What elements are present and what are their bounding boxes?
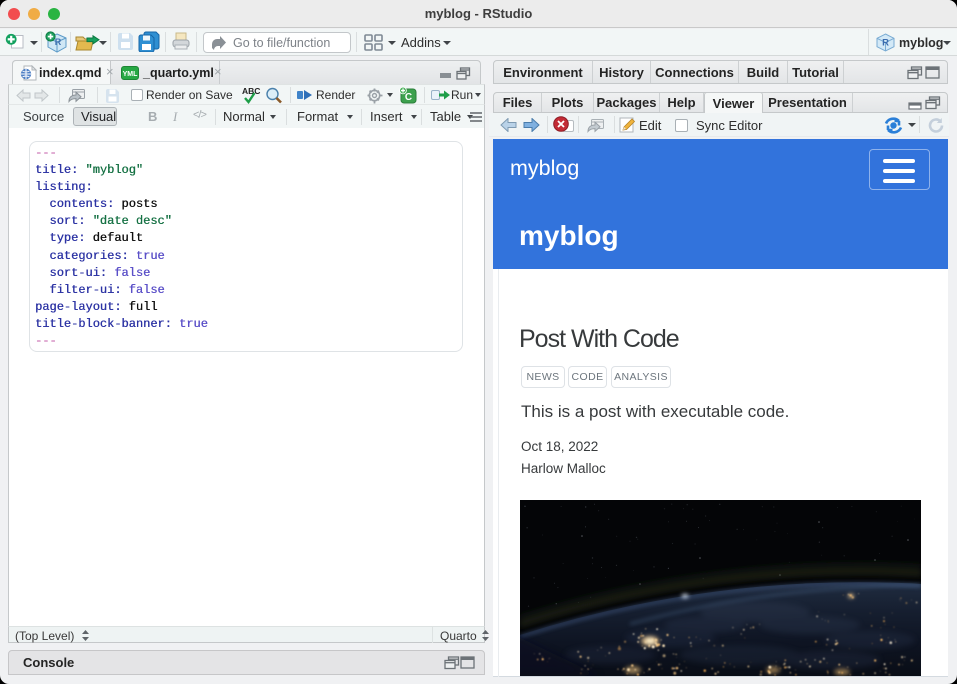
svg-text:R: R (55, 37, 62, 47)
svg-text:ABC: ABC (242, 86, 260, 96)
svg-text:R: R (882, 38, 889, 49)
svg-text:YML: YML (123, 71, 139, 78)
svg-text:C: C (405, 92, 412, 103)
